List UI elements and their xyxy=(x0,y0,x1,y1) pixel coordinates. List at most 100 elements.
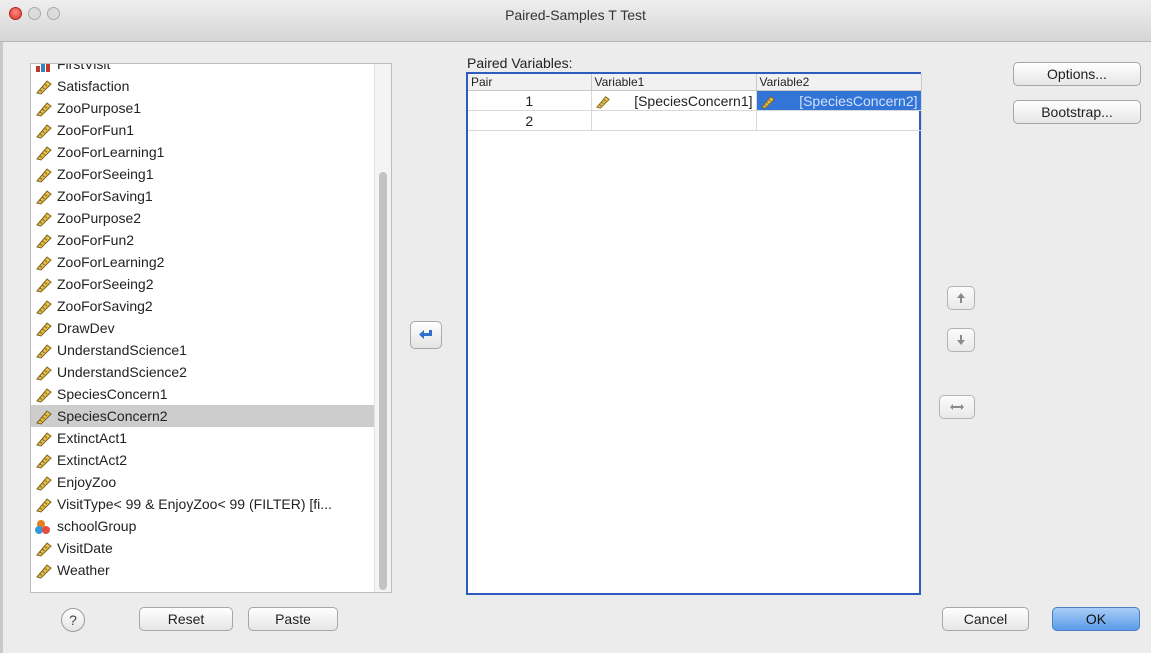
list-item[interactable]: ZooForFun1 xyxy=(31,119,375,141)
list-item[interactable]: ZooForLearning1 xyxy=(31,141,375,163)
ruler-icon xyxy=(36,344,52,359)
list-item[interactable]: Weather xyxy=(31,559,375,581)
ruler-icon xyxy=(36,454,52,469)
ruler-icon xyxy=(595,95,610,109)
options-button[interactable]: Options... xyxy=(1013,62,1141,86)
variable-name: ZooPurpose2 xyxy=(57,210,142,226)
list-item[interactable]: DrawDev xyxy=(31,317,375,339)
list-item[interactable]: schoolGroup xyxy=(31,515,375,537)
variable2-cell[interactable] xyxy=(756,110,922,131)
table-row[interactable]: 2 xyxy=(468,110,922,131)
ruler-icon xyxy=(36,80,52,95)
ruler-icon xyxy=(36,322,52,337)
variable-name: ZooForSeeing2 xyxy=(57,276,154,292)
ruler-icon xyxy=(36,564,52,579)
paste-button[interactable]: Paste xyxy=(248,607,338,631)
variable-name: ZooForFun1 xyxy=(57,122,135,138)
variable-list-scrollbar[interactable] xyxy=(374,64,391,592)
ruler-icon xyxy=(36,432,52,447)
list-item[interactable]: ExtinctAct1 xyxy=(31,427,375,449)
variable1-cell[interactable] xyxy=(591,110,757,131)
arrow-up-icon xyxy=(957,293,965,303)
list-item[interactable]: ZooForSaving2 xyxy=(31,295,375,317)
ruler-icon xyxy=(760,95,775,109)
variable-name: ZooForLearning2 xyxy=(57,254,165,270)
move-up-button[interactable] xyxy=(947,286,975,310)
variable1-value: [SpeciesConcern1] xyxy=(634,92,753,109)
list-item[interactable]: ZooForSeeing1 xyxy=(31,163,375,185)
ruler-icon xyxy=(36,168,52,183)
move-down-button[interactable] xyxy=(947,328,975,352)
ruler-icon xyxy=(36,388,52,403)
table-row[interactable]: 1 [SpeciesConcern1] [SpeciesConcern2] xyxy=(468,90,922,111)
ruler-icon xyxy=(36,234,52,249)
list-item[interactable]: VisitType< 99 & EnjoyZoo< 99 (FILTER) [f… xyxy=(31,493,375,515)
list-item[interactable]: ZooForFun2 xyxy=(31,229,375,251)
variable-name: ZooForSaving1 xyxy=(57,188,153,204)
ruler-icon xyxy=(36,256,52,271)
variable-name: Weather xyxy=(57,562,110,578)
column-header-variable1[interactable]: Variable1 xyxy=(591,74,757,91)
list-item[interactable]: ZooPurpose2 xyxy=(31,207,375,229)
column-header-pair[interactable]: Pair xyxy=(468,74,592,91)
ruler-icon xyxy=(36,476,52,491)
variable-name: UnderstandScience2 xyxy=(57,364,187,380)
pair-number: 2 xyxy=(468,110,592,131)
variable1-cell[interactable]: [SpeciesConcern1] xyxy=(591,90,757,111)
arrow-down-icon xyxy=(957,335,965,345)
bootstrap-button[interactable]: Bootstrap... xyxy=(1013,100,1141,124)
variable-name: VisitDate xyxy=(57,540,113,556)
ruler-icon xyxy=(36,212,52,227)
variable-name: SpeciesConcern1 xyxy=(57,386,168,402)
paired-variables-table[interactable]: Pair Variable1 Variable2 1 [SpeciesConce… xyxy=(466,72,922,595)
list-item[interactable]: VisitDate xyxy=(31,537,375,559)
variable-name: ZooForSaving2 xyxy=(57,298,153,314)
swap-variables-button[interactable] xyxy=(939,395,975,419)
variable-name: SpeciesConcern2 xyxy=(57,408,168,424)
ruler-icon xyxy=(36,278,52,293)
ok-button[interactable]: OK xyxy=(1052,607,1140,631)
help-button[interactable]: ? xyxy=(61,608,85,632)
variable-name: ZooForFun2 xyxy=(57,232,135,248)
window-title: Paired-Samples T Test xyxy=(505,7,646,23)
reset-button[interactable]: Reset xyxy=(139,607,233,631)
source-variable-list[interactable]: Weather VisitDate schoolGroup VisitType< 99… xyxy=(30,63,392,593)
list-item[interactable]: UnderstandScience2 xyxy=(31,361,375,383)
variable-name: EnjoyZoo xyxy=(57,474,117,490)
cancel-button[interactable]: Cancel xyxy=(942,607,1029,631)
ruler-icon xyxy=(36,102,52,117)
pair-number: 1 xyxy=(468,90,592,111)
variable-name: schoolGroup xyxy=(57,518,137,534)
variable-name: ZooPurpose1 xyxy=(57,100,142,116)
list-item[interactable]: ZooPurpose1 xyxy=(31,97,375,119)
ruler-icon xyxy=(36,190,52,205)
title-bar: Paired-Samples T Test xyxy=(0,0,1151,42)
move-variable-button[interactable] xyxy=(410,321,442,349)
list-item[interactable]: ZooForSaving1 xyxy=(31,185,375,207)
list-item[interactable]: SpeciesConcern2 xyxy=(31,405,375,427)
list-item[interactable]: SpeciesConcern1 xyxy=(31,383,375,405)
list-item[interactable]: EnjoyZoo xyxy=(31,471,375,493)
list-item[interactable]: Satisfaction xyxy=(31,75,375,97)
list-item[interactable]: ZooForSeeing2 xyxy=(31,273,375,295)
ruler-icon xyxy=(36,498,52,513)
variable2-cell[interactable]: [SpeciesConcern2] xyxy=(756,90,922,111)
ruler-icon xyxy=(36,124,52,139)
ruler-icon xyxy=(36,146,52,161)
column-header-variable2[interactable]: Variable2 xyxy=(756,74,922,91)
list-item[interactable]: UnderstandScience1 xyxy=(31,339,375,361)
list-item[interactable]: FirstVisit xyxy=(31,63,375,75)
variable-name: DrawDev xyxy=(57,320,115,336)
swap-arrows-icon xyxy=(950,404,964,410)
list-item[interactable]: ExtinctAct2 xyxy=(31,449,375,471)
variable-name: FirstVisit xyxy=(57,63,111,72)
ruler-icon xyxy=(36,366,52,381)
ruler-icon xyxy=(36,410,52,425)
scroll-thumb[interactable] xyxy=(379,172,387,590)
ruler-icon xyxy=(36,300,52,315)
arrow-left-icon xyxy=(419,330,432,339)
list-item[interactable]: ZooForLearning2 xyxy=(31,251,375,273)
variable-name: ZooForSeeing1 xyxy=(57,166,154,182)
variable2-value: [SpeciesConcern2] xyxy=(799,92,918,109)
variable-name: ExtinctAct2 xyxy=(57,452,128,468)
